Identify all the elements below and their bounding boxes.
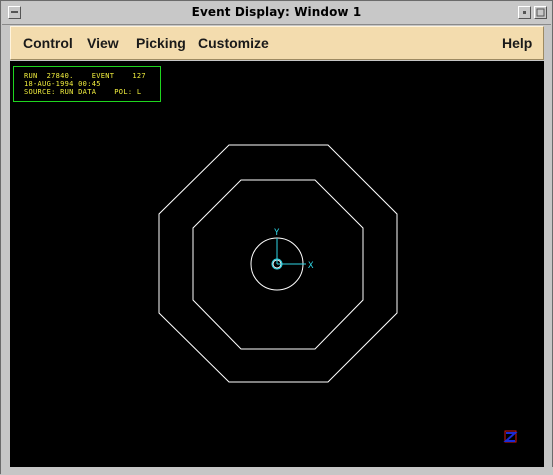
- y-axis-label: Y: [274, 228, 280, 238]
- window-title: Event Display: Window 1: [191, 5, 362, 19]
- menu-customize[interactable]: Customize: [198, 35, 269, 51]
- minimize-icon[interactable]: [518, 6, 531, 19]
- menu-control[interactable]: Control: [23, 35, 73, 51]
- event-display-canvas[interactable]: RUN 27840. EVENT 127 18-AUG-1994 00:45 S…: [10, 61, 544, 467]
- detector-view: Y X: [158, 144, 518, 443]
- menu-help[interactable]: Help: [502, 35, 532, 51]
- x-axis-label: X: [308, 261, 314, 271]
- z-logo-icon: [503, 430, 518, 443]
- title-bar[interactable]: Event Display: Window 1: [2, 2, 551, 25]
- menu-view[interactable]: View: [87, 35, 119, 51]
- maximize-icon[interactable]: [534, 6, 547, 19]
- menu-picking[interactable]: Picking: [136, 35, 186, 51]
- menu-bar: Control View Picking Customize Help: [10, 26, 544, 60]
- event-display-window: Event Display: Window 1 Control View Pic…: [0, 0, 553, 475]
